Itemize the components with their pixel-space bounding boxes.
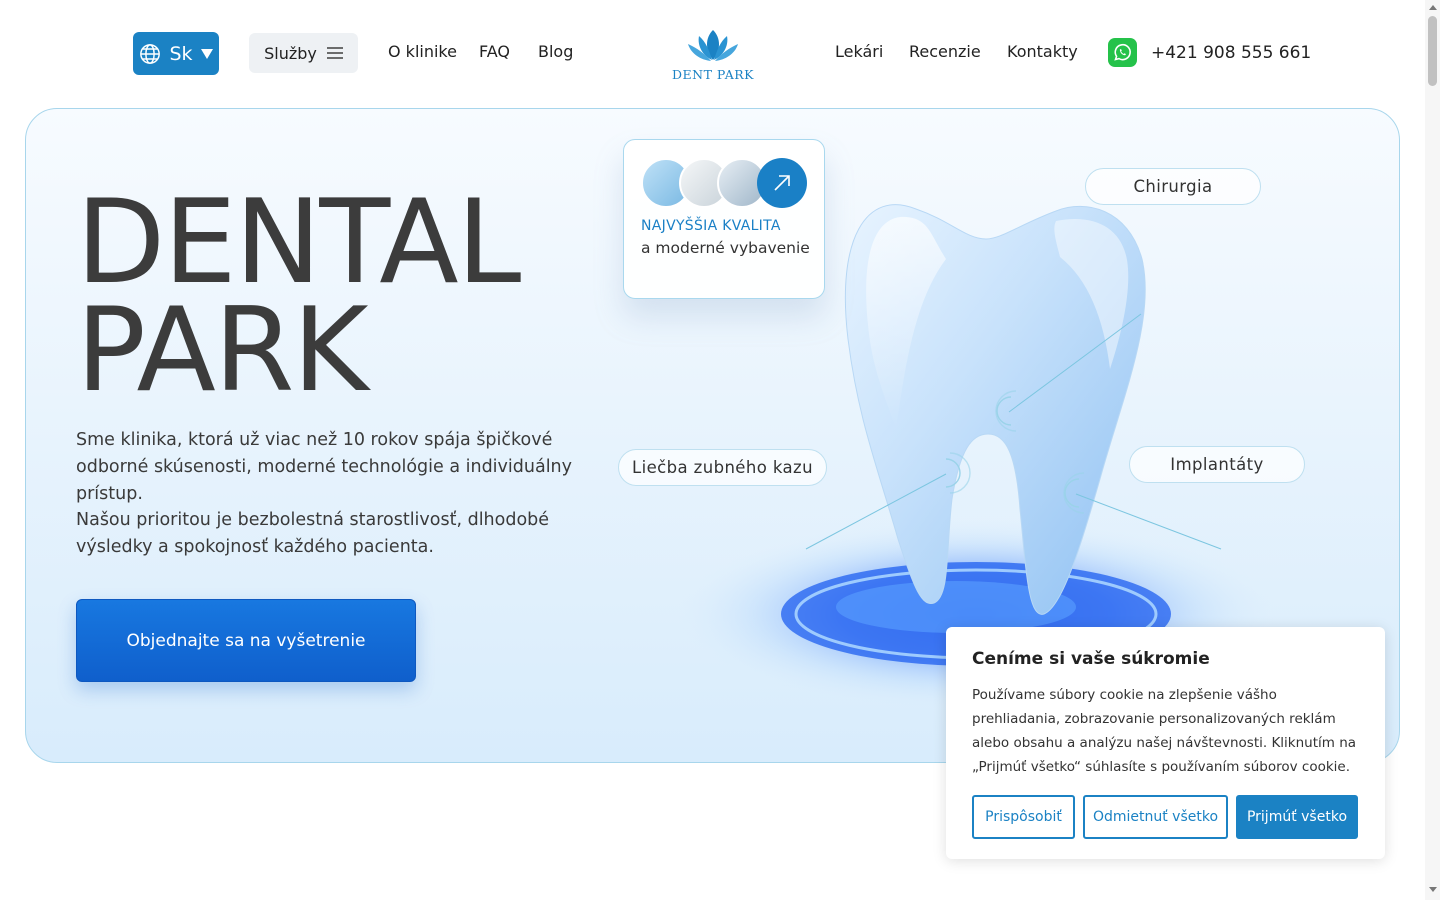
book-appointment-button[interactable]: Objednajte sa na vyšetrenie	[76, 599, 416, 682]
nav-link-blog[interactable]: Blog	[538, 42, 573, 61]
services-label: Služby	[264, 43, 317, 63]
phone-number[interactable]: +421 908 555 661	[1151, 43, 1311, 63]
scroll-down-arrow-icon[interactable]	[1429, 887, 1437, 892]
language-label: Sk	[169, 42, 193, 65]
hero-title: DENTAL PARK	[76, 175, 521, 418]
nav-link-faq[interactable]: FAQ	[479, 42, 510, 61]
whatsapp-icon[interactable]	[1108, 38, 1137, 67]
nav-link-reviews[interactable]: Recenzie	[909, 42, 981, 61]
quality-title: NAJVYŠŠIA KVALITA	[641, 218, 781, 234]
lotus-logo-icon	[688, 30, 738, 61]
arrow-up-right-icon[interactable]	[757, 158, 807, 208]
quality-card[interactable]: NAJVYŠŠIA KVALITA a moderné vybavenie	[623, 139, 825, 299]
nav-link-doctors[interactable]: Lekári	[835, 42, 883, 61]
cookie-accept-button[interactable]: Prijmúť všetko	[1236, 795, 1358, 839]
quality-subtitle: a moderné vybavenie	[641, 239, 810, 257]
cookie-customize-button[interactable]: Prispôsobiť	[972, 795, 1075, 839]
hero-title-line-2: PARK	[76, 283, 369, 418]
label-caries-treatment[interactable]: Liečba zubného kazu	[618, 449, 827, 486]
phone-contact[interactable]: +421 908 555 661	[1108, 38, 1311, 67]
scroll-up-arrow-icon[interactable]	[1429, 5, 1437, 10]
cookie-text: Používame súbory cookie na zlepšenie váš…	[972, 687, 1357, 775]
site-logo[interactable]: DENT PARK	[668, 28, 758, 82]
cookie-consent-dialog: Ceníme si vaše súkromie Používame súbory…	[946, 627, 1385, 859]
hero-description-paragraph-1: Sme klinika, ktorá už viac než 10 rokov …	[76, 430, 572, 504]
hero-title-line-1: DENTAL	[76, 175, 521, 310]
hero-description: Sme klinika, ktorá už viac než 10 rokov …	[76, 427, 576, 561]
scroll-thumb[interactable]	[1428, 16, 1437, 86]
label-implants[interactable]: Implantáty	[1129, 446, 1305, 483]
nav-link-about[interactable]: O klinike	[388, 42, 457, 61]
logo-text: DENT PARK	[672, 67, 754, 82]
cookie-title: Ceníme si vaše súkromie	[972, 649, 1210, 669]
cookie-reject-button[interactable]: Odmietnuť všetko	[1083, 795, 1228, 839]
page-scrollbar[interactable]	[1425, 0, 1440, 900]
language-selector[interactable]: Sk	[133, 32, 219, 75]
page: Sk Služby O klinike FAQ Blog DENT PARK L…	[0, 0, 1440, 900]
caret-down-icon	[200, 48, 213, 59]
equipment-thumbnails	[641, 158, 811, 208]
services-menu-button[interactable]: Služby	[249, 33, 358, 73]
hamburger-icon	[326, 47, 343, 59]
label-surgery[interactable]: Chirurgia	[1085, 168, 1261, 205]
site-header: Sk Služby O klinike FAQ Blog DENT PARK L…	[0, 0, 1425, 108]
hero-description-paragraph-2: Našou prioritou je bezbolestná starostli…	[76, 510, 550, 558]
globe-icon	[140, 43, 161, 64]
nav-link-contacts[interactable]: Kontakty	[1007, 42, 1078, 61]
